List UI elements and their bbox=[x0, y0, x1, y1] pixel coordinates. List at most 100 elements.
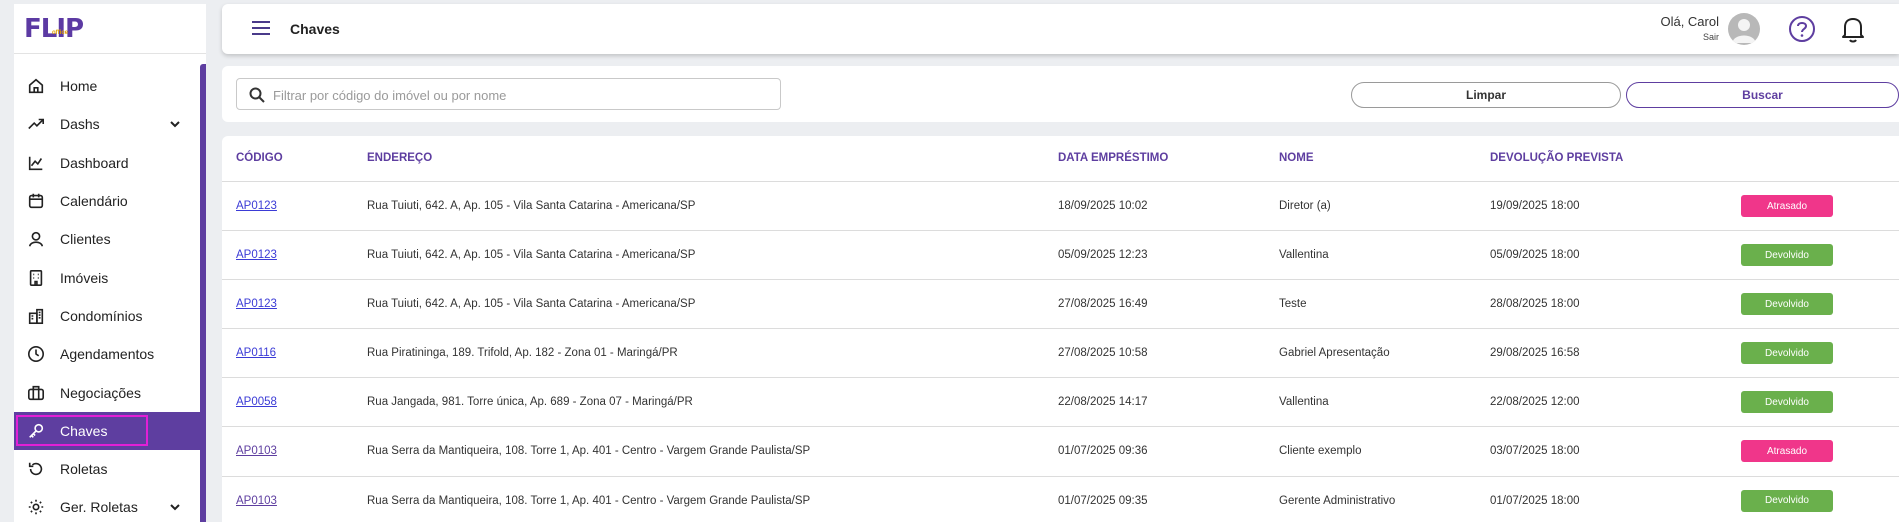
table-header: CÓDIGO ENDEREÇO DATA EMPRÉSTIMO NOME DEV… bbox=[222, 136, 1899, 182]
logout-link[interactable]: Sair bbox=[1660, 32, 1719, 42]
sidebar-item-clientes[interactable]: Clientes bbox=[14, 220, 200, 258]
address-cell: Rua Serra da Mantiqueira, 108. Torre 1, … bbox=[367, 445, 811, 458]
chevron-down-icon[interactable] bbox=[168, 117, 182, 131]
return-date-cell: 05/09/2025 18:00 bbox=[1490, 249, 1580, 262]
sidebar-item-label: Roletas bbox=[60, 461, 108, 478]
status-badge: Devolvido bbox=[1741, 342, 1833, 365]
sidebar: FLIP office Home Dashs Dashboard Calendário… bbox=[14, 4, 206, 522]
sidebar-item-ger-roletas[interactable]: Ger. Roletas bbox=[14, 488, 200, 522]
name-cell: Diretor (a) bbox=[1279, 200, 1331, 212]
property-code-link[interactable]: AP0103 bbox=[236, 495, 277, 507]
avatar[interactable] bbox=[1728, 13, 1760, 45]
address-cell: Rua Piratininga, 189. Trifold, Ap. 182 -… bbox=[367, 347, 678, 360]
table-row[interactable]: AP0123 Rua Tuiuti, 642. A, Ap. 105 - Vila… bbox=[222, 280, 1899, 330]
return-date-cell: 03/07/2025 18:00 bbox=[1490, 445, 1580, 458]
page-title: Chaves bbox=[290, 21, 340, 37]
sidebar-item-negociacoes[interactable]: Negociações bbox=[14, 373, 200, 411]
name-cell: Cliente exemplo bbox=[1279, 445, 1362, 458]
sidebar-item-imoveis[interactable]: Imóveis bbox=[14, 258, 200, 296]
sidebar-item-calendario[interactable]: Calendário bbox=[14, 182, 200, 220]
return-date-cell: 28/08/2025 18:00 bbox=[1490, 298, 1580, 311]
sidebar-item-roletas[interactable]: Roletas bbox=[14, 450, 200, 488]
status-badge: Devolvido bbox=[1741, 391, 1833, 414]
logo[interactable]: FLIP office bbox=[14, 4, 206, 54]
logo-subtext: office bbox=[52, 30, 69, 36]
column-header-address[interactable]: ENDEREÇO bbox=[367, 152, 432, 164]
sidebar-item-label: Dashboard bbox=[60, 154, 129, 171]
filter-panel: Limpar Buscar bbox=[222, 66, 1899, 122]
address-cell: Rua Tuiuti, 642. A, Ap. 105 - Vila Santa… bbox=[367, 249, 696, 262]
name-cell: Teste bbox=[1279, 298, 1307, 311]
briefcase-icon bbox=[26, 383, 46, 403]
sidebar-item-label: Imóveis bbox=[60, 269, 109, 286]
sidebar-item-label: Ger. Roletas bbox=[60, 499, 138, 516]
property-code-link[interactable]: AP0103 bbox=[236, 445, 277, 457]
sidebar-item-dashboard[interactable]: Dashboard bbox=[14, 144, 200, 182]
status-badge: Devolvido bbox=[1741, 293, 1833, 316]
chevron-down-icon[interactable] bbox=[168, 500, 182, 514]
return-date-cell: 19/09/2025 18:00 bbox=[1490, 200, 1580, 212]
calendar-icon bbox=[26, 191, 46, 211]
return-date-cell: 22/08/2025 12:00 bbox=[1490, 396, 1580, 409]
sidebar-item-label: Dashs bbox=[60, 116, 100, 133]
table-row[interactable]: AP0058 Rua Jangada, 981. Torre única, Ap.… bbox=[222, 378, 1899, 428]
loan-date-cell: 22/08/2025 14:17 bbox=[1058, 396, 1148, 409]
selection-highlight bbox=[16, 414, 148, 446]
keys-table: CÓDIGO ENDEREÇO DATA EMPRÉSTIMO NOME DEV… bbox=[222, 136, 1899, 522]
property-code-link[interactable]: AP0123 bbox=[236, 298, 277, 310]
property-code-link[interactable]: AP0058 bbox=[236, 396, 277, 408]
search-box[interactable] bbox=[236, 78, 781, 110]
loan-date-cell: 05/09/2025 12:23 bbox=[1058, 249, 1148, 262]
table-row[interactable]: AP0116 Rua Piratininga, 189. Trifold, Ap.… bbox=[222, 329, 1899, 379]
sidebar-item-label: Calendário bbox=[60, 193, 128, 210]
sidebar-item-label: Condomínios bbox=[60, 307, 143, 324]
property-code-link[interactable]: AP0123 bbox=[236, 200, 277, 212]
sidebar-item-dashs[interactable]: Dashs bbox=[14, 105, 200, 143]
loan-date-cell: 18/09/2025 10:02 bbox=[1058, 200, 1148, 212]
return-date-cell: 29/08/2025 16:58 bbox=[1490, 347, 1580, 360]
name-cell: Gabriel Apresentação bbox=[1279, 347, 1390, 360]
status-badge: Devolvido bbox=[1741, 489, 1833, 512]
user-icon bbox=[26, 229, 46, 249]
sidebar-item-agendamentos[interactable]: Agendamentos bbox=[14, 335, 200, 373]
building-icon bbox=[26, 268, 46, 288]
address-cell: Rua Serra da Mantiqueira, 108. Torre 1, … bbox=[367, 494, 811, 507]
address-cell: Rua Tuiuti, 642. A, Ap. 105 - Vila Santa… bbox=[367, 298, 696, 311]
menu-toggle-icon[interactable] bbox=[252, 21, 270, 35]
line-chart-icon bbox=[26, 153, 46, 173]
column-header-return-date[interactable]: DEVOLUÇÃO PREVISTA bbox=[1490, 152, 1623, 164]
top-bar: Chaves Olá, Carol Sair bbox=[222, 4, 1899, 54]
bell-icon[interactable] bbox=[1839, 14, 1867, 44]
help-icon[interactable] bbox=[1787, 14, 1817, 44]
loan-date-cell: 01/07/2025 09:36 bbox=[1058, 445, 1148, 458]
table-row[interactable]: AP0123 Rua Tuiuti, 642. A, Ap. 105 - Vila… bbox=[222, 182, 1899, 232]
status-badge: Atrasado bbox=[1741, 440, 1833, 463]
column-header-code[interactable]: CÓDIGO bbox=[236, 152, 283, 164]
user-greeting: Olá, Carol Sair bbox=[1660, 14, 1719, 42]
avatar-icon bbox=[1732, 19, 1756, 43]
logo-text: FLIP bbox=[24, 13, 84, 44]
column-header-loan-date[interactable]: DATA EMPRÉSTIMO bbox=[1058, 152, 1168, 164]
sidebar-item-home[interactable]: Home bbox=[14, 67, 200, 105]
sidebar-item-condominios[interactable]: Condomínios bbox=[14, 297, 200, 335]
column-header-name[interactable]: NOME bbox=[1279, 152, 1314, 164]
sidebar-item-chaves[interactable]: Chaves bbox=[14, 411, 200, 450]
clear-button[interactable]: Limpar bbox=[1351, 82, 1621, 108]
search-input[interactable] bbox=[273, 85, 773, 105]
sidebar-scrollbar[interactable] bbox=[200, 64, 206, 522]
address-cell: Rua Jangada, 981. Torre única, Ap. 689 -… bbox=[367, 396, 693, 409]
name-cell: Gerente Administrativo bbox=[1279, 494, 1396, 507]
property-code-link[interactable]: AP0116 bbox=[236, 347, 276, 359]
clock-icon bbox=[26, 344, 46, 364]
search-button[interactable]: Buscar bbox=[1626, 82, 1899, 108]
property-code-link[interactable]: AP0123 bbox=[236, 249, 277, 261]
table-row[interactable]: AP0103 Rua Serra da Mantiqueira, 108. Tor… bbox=[222, 427, 1899, 477]
sidebar-menu: Home Dashs Dashboard Calendário Clientes Imóv… bbox=[14, 67, 200, 522]
home-icon bbox=[26, 76, 46, 96]
loan-date-cell: 01/07/2025 09:35 bbox=[1058, 494, 1148, 507]
table-row[interactable]: AP0123 Rua Tuiuti, 642. A, Ap. 105 - Vila… bbox=[222, 231, 1899, 281]
sidebar-item-label: Negociações bbox=[60, 384, 141, 401]
status-badge: Devolvido bbox=[1741, 244, 1833, 267]
name-cell: Vallentina bbox=[1279, 396, 1329, 409]
table-row[interactable]: AP0103 Rua Serra da Mantiqueira, 108. Tor… bbox=[222, 477, 1899, 522]
